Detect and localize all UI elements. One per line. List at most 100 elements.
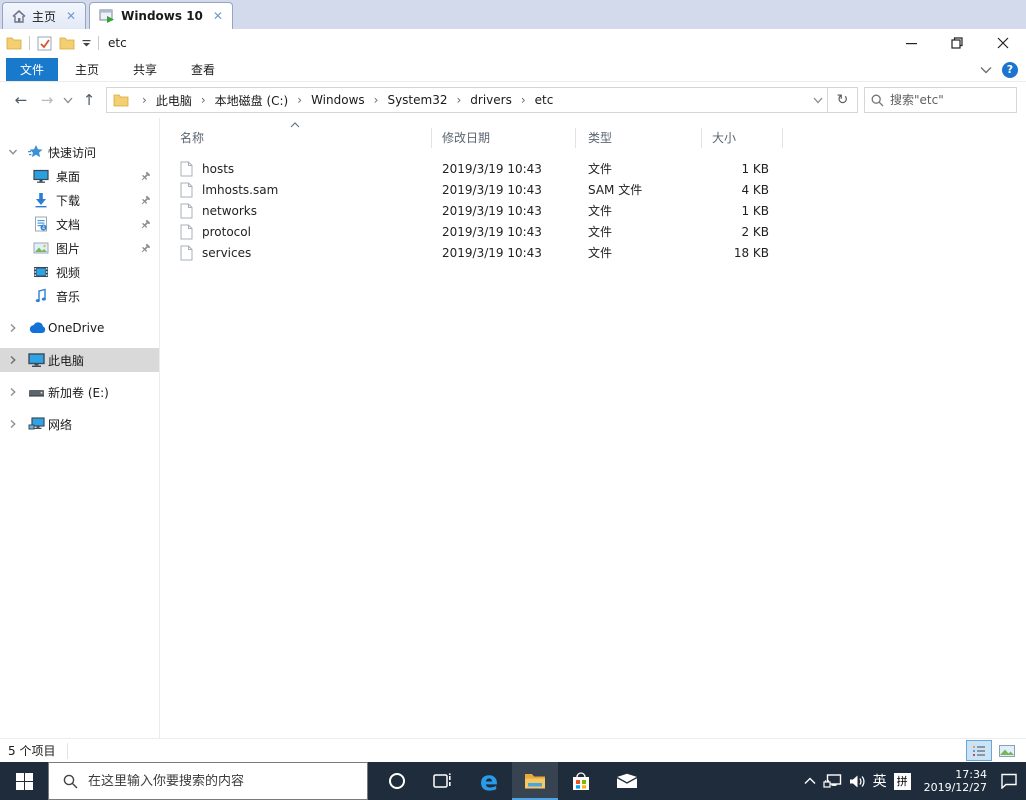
address-bar[interactable]: › 此电脑 › 本地磁盘 (C:) › Windows › System32 ›… (106, 87, 828, 113)
downloads-icon (33, 192, 49, 208)
column-header-name[interactable]: 名称 (180, 128, 432, 148)
breadcrumb-item[interactable]: etc (533, 93, 556, 107)
close-button[interactable] (980, 29, 1026, 57)
window-title: etc (108, 36, 127, 50)
notification-icon (1000, 773, 1018, 789)
sidebar-item-label: 音乐 (56, 288, 80, 305)
breadcrumb-item[interactable]: drivers (468, 93, 514, 107)
qat-customize-dropdown-icon[interactable] (82, 39, 91, 48)
thumbnail-view-button[interactable] (994, 740, 1020, 761)
explorer-app-icon (6, 36, 22, 50)
column-header-type[interactable]: 类型 (576, 128, 702, 148)
network-status-icon[interactable] (823, 774, 842, 789)
file-row[interactable]: protocol 2019/3/19 10:43 文件 2 KB (160, 221, 800, 242)
restore-button[interactable] (934, 29, 980, 57)
search-icon (63, 774, 78, 789)
sidebar-item-onedrive[interactable]: OneDrive (0, 316, 159, 340)
separator (98, 36, 99, 50)
properties-button-icon[interactable] (37, 36, 52, 51)
sidebar-item-documents[interactable]: 4 文档 (0, 212, 159, 236)
taskbar-search-input[interactable] (88, 774, 338, 789)
breadcrumb-separator: › (521, 93, 526, 107)
ribbon-tab-view[interactable]: 查看 (174, 58, 232, 81)
sidebar-item-videos[interactable]: 视频 (0, 260, 159, 284)
forward-button[interactable]: → (34, 87, 60, 113)
up-button[interactable]: ↑ (76, 87, 102, 113)
refresh-button[interactable]: ↻ (828, 87, 858, 113)
chevron-right-icon[interactable] (8, 419, 18, 429)
sidebar-item-label: 视频 (56, 264, 80, 281)
file-size: 1 KB (702, 162, 783, 176)
ribbon-tab-share[interactable]: 共享 (116, 58, 174, 81)
sidebar-item-label: 桌面 (56, 168, 80, 185)
file-icon (180, 224, 196, 240)
close-tab-icon[interactable]: ✕ (213, 9, 223, 23)
details-view-icon (972, 745, 986, 757)
sidebar-item-desktop[interactable]: 桌面 (0, 164, 159, 188)
file-row[interactable]: networks 2019/3/19 10:43 文件 1 KB (160, 200, 800, 221)
file-icon (180, 182, 196, 198)
column-header-size[interactable]: 大小 (702, 128, 783, 148)
start-button[interactable] (0, 762, 48, 800)
hidden-icons-button[interactable] (804, 777, 816, 785)
explorer-search-input[interactable] (890, 93, 1000, 107)
edge-button[interactable]: e (466, 762, 512, 800)
new-folder-button-icon[interactable] (59, 36, 75, 50)
file-size: 4 KB (702, 183, 783, 197)
taskbar-clock[interactable]: 17:34 2019/12/27 (918, 768, 993, 794)
close-tab-icon[interactable]: ✕ (66, 9, 76, 23)
system-tray: 英 拼 17:34 2019/12/27 (804, 762, 1026, 800)
sidebar-item-this-pc[interactable]: 此电脑 (0, 348, 159, 372)
file-row[interactable]: services 2019/3/19 10:43 文件 18 KB (160, 242, 800, 263)
chevron-right-icon[interactable] (8, 355, 18, 365)
language-indicator[interactable]: 英 (873, 771, 887, 791)
volume-icon[interactable] (849, 774, 866, 789)
details-view-button[interactable] (966, 740, 992, 761)
navigation-pane: 快速访问 桌面 下载 4 文档 图片 (0, 118, 160, 738)
minimize-button[interactable] (888, 29, 934, 57)
file-menu-button[interactable]: 文件 (6, 58, 58, 81)
file-row[interactable]: lmhosts.sam 2019/3/19 10:43 SAM 文件 4 KB (160, 179, 800, 200)
cortana-button[interactable] (374, 762, 420, 800)
chevron-down-icon[interactable] (8, 147, 18, 157)
help-button[interactable]: ? (1002, 62, 1018, 78)
file-explorer-icon (524, 772, 546, 789)
address-dropdown-icon[interactable] (813, 97, 823, 104)
breadcrumb-item[interactable]: System32 (385, 93, 449, 107)
browser-tab-windows10[interactable]: Windows 10 ✕ (89, 2, 233, 29)
ime-mode-icon[interactable]: 拼 (894, 773, 911, 790)
breadcrumb-separator: › (297, 93, 302, 107)
recent-locations-dropdown-icon[interactable] (60, 87, 76, 113)
breadcrumb-item[interactable]: Windows (309, 93, 367, 107)
file-row[interactable]: hosts 2019/3/19 10:43 文件 1 KB (160, 158, 800, 179)
sidebar-item-music[interactable]: 音乐 (0, 284, 159, 308)
sidebar-item-pictures[interactable]: 图片 (0, 236, 159, 260)
file-date: 2019/3/19 10:43 (432, 183, 576, 197)
mail-icon (616, 773, 638, 789)
expand-ribbon-icon[interactable] (980, 66, 992, 74)
sidebar-item-network[interactable]: 网络 (0, 412, 159, 436)
sidebar-item-quick-access[interactable]: 快速访问 (0, 140, 159, 164)
back-button[interactable]: ← (8, 87, 34, 113)
search-box[interactable] (864, 87, 1017, 113)
window-controls (888, 29, 1026, 57)
chevron-right-icon[interactable] (8, 387, 18, 397)
task-view-button[interactable] (420, 762, 466, 800)
column-header-date[interactable]: 修改日期 (432, 128, 576, 148)
sidebar-item-downloads[interactable]: 下载 (0, 188, 159, 212)
network-icon (28, 417, 45, 431)
breadcrumb-item[interactable]: 此电脑 (154, 92, 194, 109)
chevron-right-icon[interactable] (8, 323, 18, 333)
windows-logo-icon (16, 773, 33, 790)
breadcrumb-item[interactable]: 本地磁盘 (C:) (213, 92, 291, 109)
store-button[interactable] (558, 762, 604, 800)
file-explorer-button[interactable] (512, 762, 558, 800)
sidebar-item-new-volume[interactable]: 新加卷 (E:) (0, 380, 159, 404)
mail-button[interactable] (604, 762, 650, 800)
browser-tab-home[interactable]: 主页 ✕ (2, 2, 86, 29)
action-center-button[interactable] (1000, 773, 1018, 789)
ribbon-tab-home[interactable]: 主页 (58, 58, 116, 81)
taskbar-search-box[interactable] (48, 762, 368, 800)
sort-ascending-icon (290, 122, 300, 128)
file-list-pane: 名称 修改日期 类型 大小 hosts 2019/3/19 10:43 文件 1… (160, 118, 1026, 738)
